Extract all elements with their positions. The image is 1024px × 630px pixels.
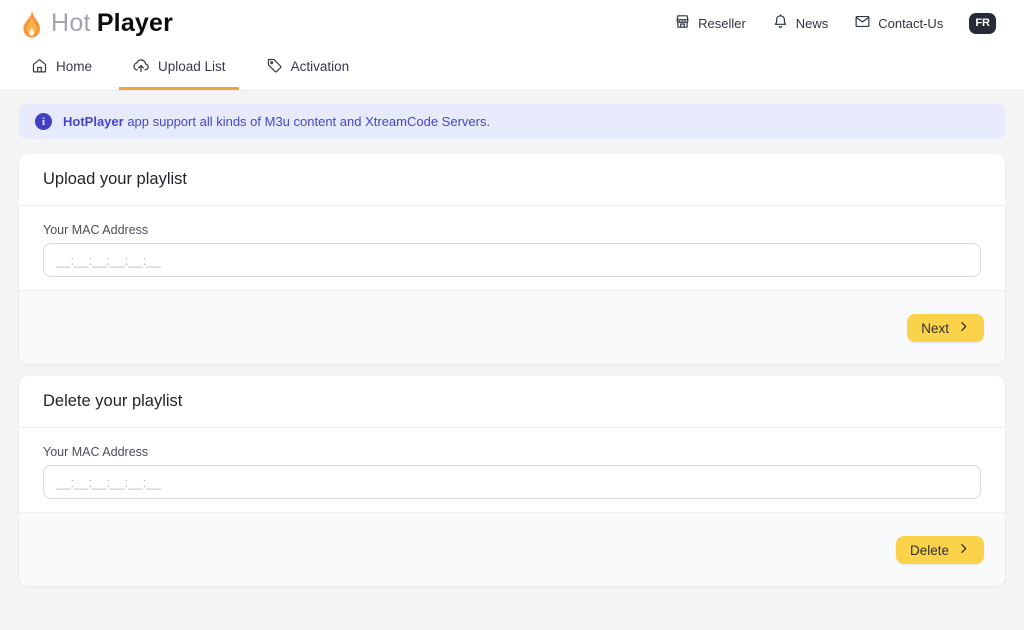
chevron-right-icon bbox=[957, 320, 970, 336]
tag-icon bbox=[266, 57, 283, 77]
delete-mac-label: Your MAC Address bbox=[43, 445, 981, 459]
store-icon bbox=[674, 13, 691, 33]
contact-us-label: Contact-Us bbox=[878, 16, 943, 31]
tab-upload-list[interactable]: Upload List bbox=[119, 46, 239, 90]
info-alert: i HotPlayer app support all kinds of M3u… bbox=[19, 104, 1005, 139]
cloud-upload-icon bbox=[132, 56, 150, 77]
delete-card-body: Your MAC Address bbox=[19, 428, 1005, 512]
upload-mac-input[interactable] bbox=[43, 243, 981, 277]
upload-card-body: Your MAC Address bbox=[19, 206, 1005, 290]
reseller-link[interactable]: Reseller bbox=[674, 13, 746, 33]
main-nav: Home Upload List Activation bbox=[0, 46, 1024, 91]
delete-mac-input[interactable] bbox=[43, 465, 981, 499]
main-content: i HotPlayer app support all kinds of M3u… bbox=[0, 91, 1024, 586]
brand-logo[interactable]: Hot Player bbox=[18, 8, 173, 39]
chevron-right-icon bbox=[957, 542, 970, 558]
tab-home[interactable]: Home bbox=[18, 46, 105, 90]
tab-home-label: Home bbox=[56, 59, 92, 74]
info-icon: i bbox=[35, 113, 52, 130]
info-alert-text: HotPlayer app support all kinds of M3u c… bbox=[63, 114, 490, 129]
tab-activation[interactable]: Activation bbox=[253, 46, 363, 90]
delete-button[interactable]: Delete bbox=[896, 536, 984, 564]
tab-upload-list-label: Upload List bbox=[158, 59, 226, 74]
header-links: Reseller News Contact-Us FR bbox=[674, 13, 996, 34]
delete-card-title: Delete your playlist bbox=[19, 376, 1005, 428]
news-label: News bbox=[796, 16, 829, 31]
next-button-label: Next bbox=[921, 321, 949, 336]
upload-card-footer: Next bbox=[19, 290, 1005, 364]
flame-logo-icon bbox=[18, 8, 45, 39]
upload-card-title: Upload your playlist bbox=[19, 154, 1005, 206]
delete-playlist-card: Delete your playlist Your MAC Address De… bbox=[19, 376, 1005, 586]
info-alert-bold: HotPlayer bbox=[63, 114, 124, 129]
delete-button-label: Delete bbox=[910, 543, 949, 558]
brand-name-light: Hot bbox=[51, 9, 91, 38]
next-button[interactable]: Next bbox=[907, 314, 984, 342]
language-badge[interactable]: FR bbox=[969, 13, 996, 34]
upload-playlist-card: Upload your playlist Your MAC Address Ne… bbox=[19, 154, 1005, 364]
home-icon bbox=[31, 57, 48, 77]
envelope-icon bbox=[854, 13, 871, 33]
news-link[interactable]: News bbox=[772, 13, 829, 33]
reseller-label: Reseller bbox=[698, 16, 746, 31]
header: Hot Player Reseller Ne bbox=[0, 0, 1024, 46]
delete-card-footer: Delete bbox=[19, 512, 1005, 586]
bell-icon bbox=[772, 13, 789, 33]
brand-name-bold: Player bbox=[97, 9, 173, 38]
tab-activation-label: Activation bbox=[291, 59, 350, 74]
upload-mac-label: Your MAC Address bbox=[43, 223, 981, 237]
contact-us-link[interactable]: Contact-Us bbox=[854, 13, 943, 33]
